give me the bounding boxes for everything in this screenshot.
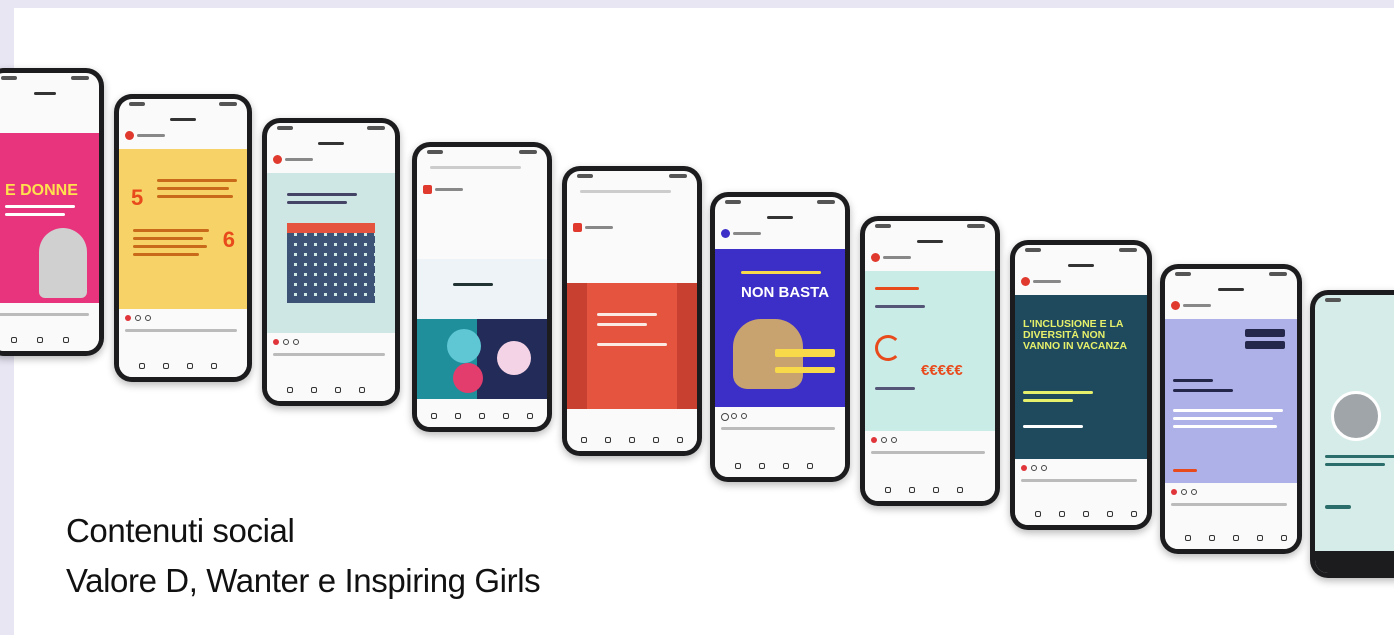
linkedin-screen: [417, 147, 547, 427]
post-headline: €€€€€: [921, 362, 963, 379]
post-image: [417, 259, 547, 399]
post-image: [1165, 319, 1297, 483]
phone-mockup-4: [412, 142, 552, 432]
phone-mockup-1: E DONNE: [0, 68, 104, 356]
phone-mockup-3: [262, 118, 400, 406]
post-image: [267, 173, 395, 333]
phone-mockup-9: [1160, 264, 1302, 554]
top-band: [0, 0, 1394, 8]
instagram-screen: [267, 123, 395, 401]
phone-mockup-5: [562, 166, 702, 456]
caption-subtitle: Valore D, Wanter e Inspiring Girls: [66, 562, 541, 599]
phone-mockup-6: NON BASTA: [710, 192, 850, 482]
instagram-screen: NON BASTA: [715, 197, 845, 477]
instagram-screen: €€€€€: [865, 221, 995, 501]
linkedin-screen: [567, 171, 697, 451]
post-image: 5 6: [119, 149, 247, 309]
post-image: L'INCLUSIONE E LA DIVERSITÀ NON VANNO IN…: [1015, 295, 1147, 459]
instagram-screen: [1165, 269, 1297, 549]
post-headline: NON BASTA: [741, 284, 830, 301]
caption-title: Contenuti social: [66, 512, 295, 549]
post-image: €€€€€: [865, 271, 995, 431]
post-number: 5: [131, 185, 144, 210]
post-image: [567, 283, 697, 409]
post-headline: L'INCLUSIONE E LA DIVERSITÀ NON VANNO IN…: [1023, 318, 1128, 353]
phone-mockup-2: 5 6: [114, 94, 252, 382]
phone-mockup-10: [1310, 290, 1394, 578]
post-headline: E DONNE: [5, 182, 78, 199]
phone-mockup-8: L'INCLUSIONE E LA DIVERSITÀ NON VANNO IN…: [1010, 240, 1152, 530]
post-number: 6: [222, 227, 235, 252]
instagram-screen: E DONNE: [0, 73, 99, 351]
instagram-screen: 5 6: [119, 99, 247, 377]
phone-mockup-7: €€€€€: [860, 216, 1000, 506]
post-image: NON BASTA: [715, 249, 845, 407]
post-image: E DONNE: [0, 133, 99, 303]
story-screen: [1315, 295, 1394, 573]
instagram-screen: L'INCLUSIONE E LA DIVERSITÀ NON VANNO IN…: [1015, 245, 1147, 525]
